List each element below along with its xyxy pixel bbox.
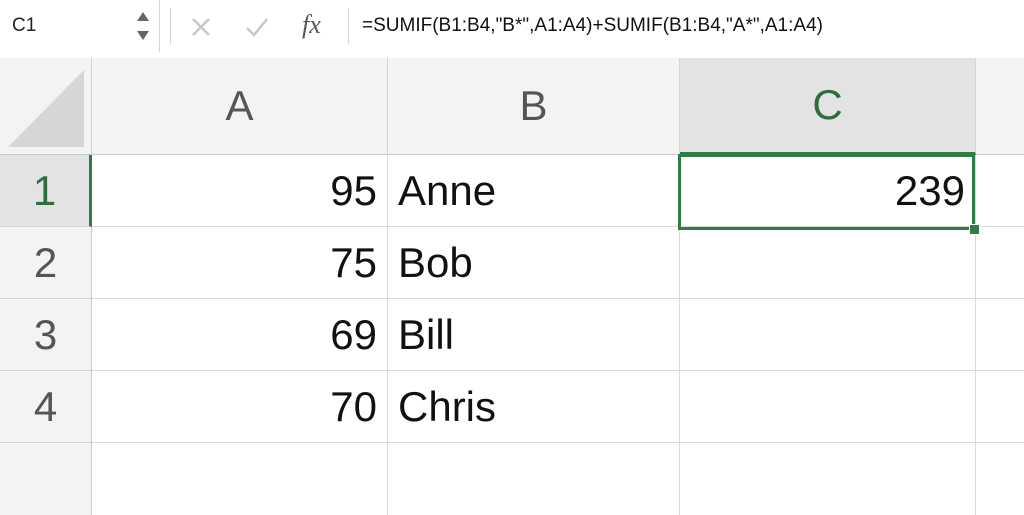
cell-a5[interactable] (92, 443, 388, 515)
confirm-formula-button[interactable] (242, 12, 272, 42)
row-header-3[interactable]: 3 (0, 299, 92, 371)
spreadsheet-grid: A B C 1 2 3 4 95 Anne 239 75 Bob 69 Bill… (0, 58, 1024, 515)
formula-bar-separator (170, 8, 171, 44)
formula-bar-separator (348, 8, 349, 44)
cell-a2[interactable]: 75 (92, 227, 388, 299)
cell-a4[interactable]: 70 (92, 371, 388, 443)
name-box-stepper-icon[interactable] (134, 8, 152, 44)
select-all-corner[interactable] (0, 58, 92, 155)
column-header-a[interactable]: A (92, 58, 388, 155)
insert-function-button[interactable]: fx (302, 10, 321, 40)
formula-bar: C1 fx =SUMIF(B1:B4,"B*",A1:A4)+SUMIF(B1:… (0, 0, 1024, 59)
column-header-d[interactable] (976, 58, 1024, 155)
fill-handle[interactable] (969, 224, 980, 235)
cell-b4[interactable]: Chris (388, 371, 680, 443)
cell-c5[interactable] (680, 443, 976, 515)
cell-c2[interactable] (680, 227, 976, 299)
cell-d5[interactable] (976, 443, 1024, 515)
cell-b1[interactable]: Anne (388, 155, 680, 227)
column-header-c[interactable]: C (680, 58, 976, 155)
cell-b3[interactable]: Bill (388, 299, 680, 371)
row-header-4[interactable]: 4 (0, 371, 92, 443)
select-all-triangle-icon (8, 70, 84, 147)
cancel-formula-button[interactable] (186, 12, 216, 42)
cell-d2[interactable] (976, 227, 1024, 299)
cell-c4[interactable] (680, 371, 976, 443)
cell-b5[interactable] (388, 443, 680, 515)
check-icon (246, 18, 268, 37)
cell-c3[interactable] (680, 299, 976, 371)
cell-a1[interactable]: 95 (92, 155, 388, 227)
cell-d4[interactable] (976, 371, 1024, 443)
formula-input[interactable]: =SUMIF(B1:B4,"B*",A1:A4)+SUMIF(B1:B4,"A*… (362, 15, 823, 37)
row-header-2[interactable]: 2 (0, 227, 92, 299)
row-header-1[interactable]: 1 (0, 155, 92, 227)
name-box-value: C1 (12, 15, 37, 36)
close-icon (192, 18, 210, 36)
cell-b2[interactable]: Bob (388, 227, 680, 299)
active-cell-selection (678, 154, 975, 230)
name-box[interactable]: C1 (0, 0, 160, 52)
row-header-5[interactable] (0, 443, 92, 515)
cell-a3[interactable]: 69 (92, 299, 388, 371)
cell-d3[interactable] (976, 299, 1024, 371)
cell-d1[interactable] (976, 155, 1024, 227)
column-header-b[interactable]: B (388, 58, 680, 155)
